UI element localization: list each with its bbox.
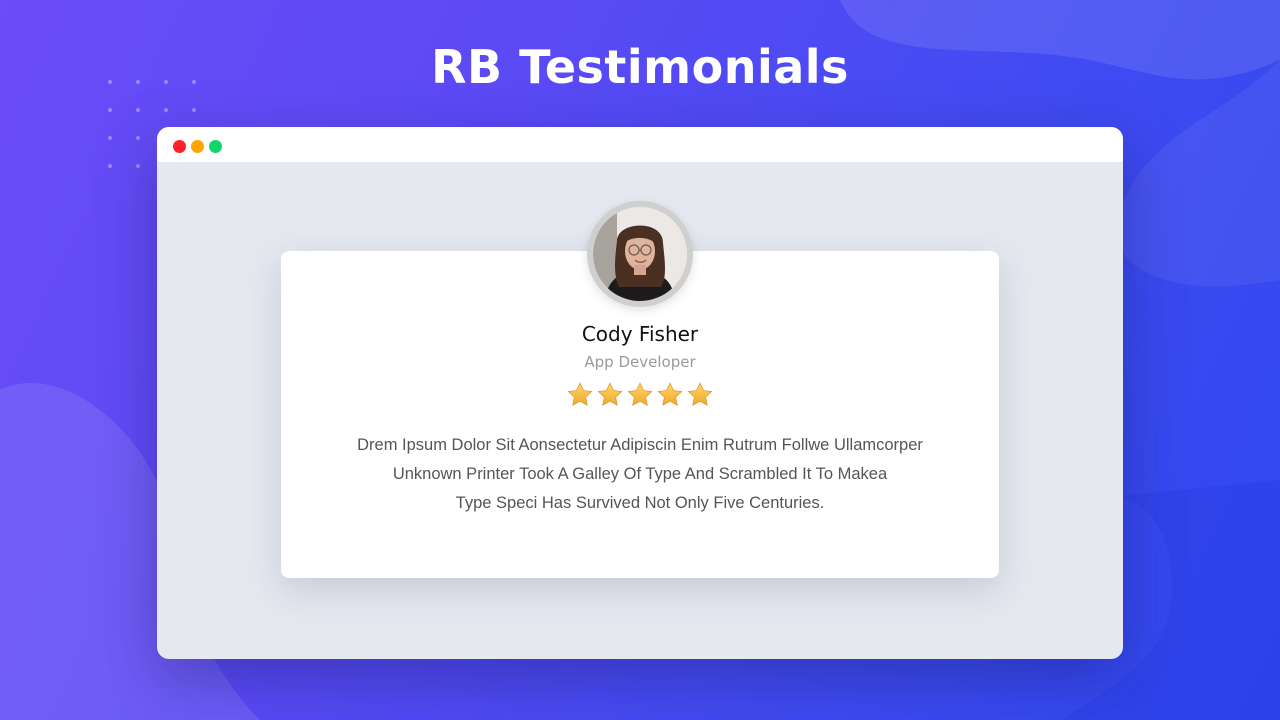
review-line: Type Speci Has Survived Not Only Five Ce… [455, 494, 825, 512]
star-icon [597, 382, 623, 406]
testimonial-review-text: Drem Ipsum Dolor Sit Aonsectetur Adipisc… [335, 431, 945, 518]
star-icon [627, 382, 653, 406]
person-portrait-icon [593, 207, 687, 301]
star-icon [657, 382, 683, 406]
window-minimize-button[interactable] [191, 140, 204, 153]
testimonial-author-name: Cody Fisher [581, 322, 699, 346]
browser-window: Cody Fisher App Developer Drem Ipsum Dol… [157, 127, 1123, 659]
testimonial-author-role: App Developer [584, 353, 696, 371]
author-avatar-frame [587, 201, 693, 307]
browser-title-bar [157, 127, 1123, 162]
window-close-button[interactable] [173, 140, 186, 153]
review-line: Drem Ipsum Dolor Sit Aonsectetur Adipisc… [357, 436, 923, 454]
star-icon [567, 382, 593, 406]
star-rating [566, 381, 716, 411]
window-maximize-button[interactable] [209, 140, 222, 153]
avatar [593, 207, 687, 301]
page-title: RB Testimonials [431, 40, 849, 94]
review-line: Unknown Printer Took A Galley Of Type An… [392, 465, 888, 483]
star-icon [687, 382, 713, 406]
